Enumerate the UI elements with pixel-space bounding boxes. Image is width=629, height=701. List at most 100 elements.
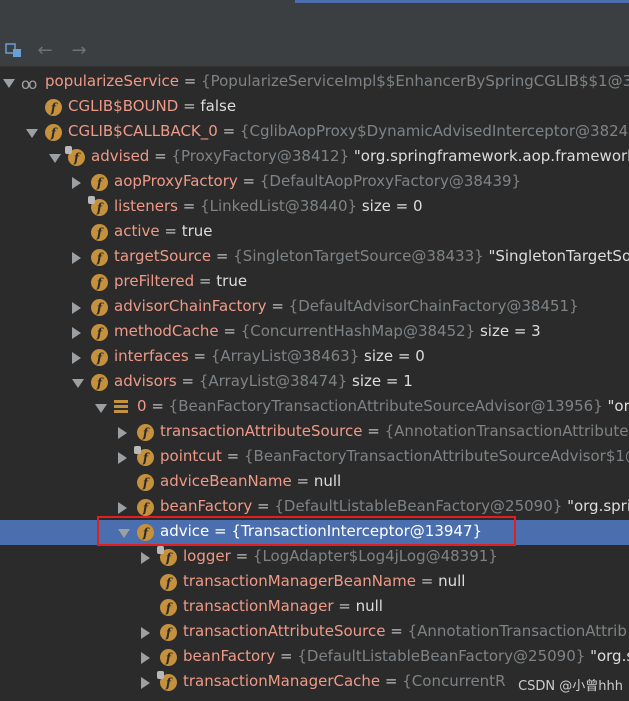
object-reference: {ProxyFactory@38412}	[171, 147, 350, 165]
expand-arrow-right-icon[interactable]	[72, 327, 81, 339]
equals-sign: =	[380, 672, 403, 690]
expand-arrow-right-icon[interactable]	[72, 302, 81, 314]
expand-arrow-right-icon[interactable]	[72, 177, 81, 189]
tree-row[interactable]: f preFiltered = true	[0, 270, 629, 295]
variable-name: advisors	[114, 372, 177, 390]
object-reference: {BeanFactoryTransactionAttributeSourceAd…	[244, 447, 629, 465]
variable-name: advisorChainFactory	[114, 297, 267, 315]
expand-arrow-down-icon[interactable]	[118, 529, 130, 538]
equals-sign: =	[159, 222, 182, 240]
object-reference: {DefaultListableBeanFactory@25090}	[297, 647, 586, 665]
tree-row[interactable]: f logger = {LogAdapter$Log4jLog@48391}	[0, 545, 629, 570]
back-arrow-icon[interactable]: ←	[34, 39, 56, 61]
equals-sign: =	[149, 147, 172, 165]
equals-sign: =	[252, 497, 275, 515]
field-icon: f	[160, 624, 177, 641]
expand-arrow-right-icon[interactable]	[118, 502, 127, 514]
debugger-toolbar	[0, 3, 629, 37]
object-reference: {SingletonTargetSource@38433}	[233, 247, 484, 265]
tree-row[interactable]: f advisorChainFactory = {DefaultAdvisorCh…	[0, 295, 629, 320]
object-reference: {ArrayList@38474}	[198, 372, 348, 390]
expand-arrow-right-icon[interactable]	[72, 352, 81, 364]
field-locked-icon: f	[157, 671, 177, 691]
variable-value: size = 1	[347, 372, 413, 390]
equals-sign: =	[176, 372, 199, 390]
equals-sign: =	[333, 597, 356, 615]
tree-row[interactable]: f CGLIB$BOUND = false	[0, 95, 629, 120]
variable-value: "org.sp	[590, 647, 629, 665]
object-reference: {DefaultAopProxyFactory@38439}	[259, 172, 522, 190]
tree-row[interactable]: f aopProxyFactory = {DefaultAopProxyFacto…	[0, 170, 629, 195]
object-reference: {AnnotationTransactionAttribute	[384, 422, 629, 440]
equals-sign: =	[221, 447, 244, 465]
expand-arrow-down-icon[interactable]	[26, 129, 38, 138]
variable-value: "SingletonTargetSo	[483, 247, 629, 265]
tree-row[interactable]: f beanFactory = {DefaultListableBeanFacto…	[0, 645, 629, 670]
variable-value: "org.sprin	[567, 497, 629, 515]
object-reference: {TransactionInterceptor@13947}	[231, 522, 483, 540]
tree-row[interactable]: f transactionManager = null	[0, 595, 629, 620]
variable-name: interfaces	[114, 347, 189, 365]
field-icon: f	[91, 299, 108, 316]
object-reference: {LinkedList@38440}	[200, 197, 358, 215]
variable-value: null	[438, 572, 466, 590]
expand-arrow-down-icon[interactable]	[49, 154, 61, 163]
variable-name: advised	[91, 147, 150, 165]
expand-arrow-right-icon[interactable]	[141, 652, 150, 664]
equals-sign: =	[211, 247, 234, 265]
object-reference: {ConcurrentR	[402, 672, 506, 690]
field-locked-icon: f	[157, 546, 177, 566]
object-reference: {LogAdapter$Log4jLog@48391}	[252, 547, 498, 565]
field-icon: f	[137, 474, 154, 491]
tree-row[interactable]: f advised = {ProxyFactory@38412} "org.spr…	[0, 145, 629, 170]
variable-name: CGLIB$CALLBACK_0	[68, 122, 218, 140]
expand-arrow-down-icon[interactable]	[3, 79, 15, 88]
tree-row[interactable]: f methodCache = {ConcurrentHashMap@38452}…	[0, 320, 629, 345]
expand-arrow-down-icon[interactable]	[72, 379, 84, 388]
tree-row[interactable]: f transactionAttributeSource = {Annotatio…	[0, 620, 629, 645]
tree-row[interactable]: f transactionAttributeSource = {Annotatio…	[0, 420, 629, 445]
variable-name: methodCache	[114, 322, 219, 340]
variable-name: transactionAttributeSource	[160, 422, 363, 440]
tree-row[interactable]: f pointcut = {BeanFactoryTransactionAttri…	[0, 445, 629, 470]
field-icon: f	[45, 99, 62, 116]
expand-arrow-down-icon[interactable]	[95, 404, 107, 413]
tree-row[interactable]: f targetSource = {SingletonTargetSource@3…	[0, 245, 629, 270]
field-icon: f	[91, 374, 108, 391]
variable-value: "org.springframework.aop.framework	[349, 147, 629, 165]
object-reference: {PopularizeServiceImpl$$EnhancerBySpring…	[201, 72, 629, 90]
watch-icon[interactable]	[3, 39, 25, 61]
forward-arrow-icon[interactable]: →	[68, 39, 90, 61]
tree-row[interactable]: 0 = {BeanFactoryTransactionAttributeSour…	[0, 395, 629, 420]
tree-row[interactable]: f advisors = {ArrayList@38474} size = 1	[0, 370, 629, 395]
object-reference: {BeanFactoryTransactionAttributeSourceAd…	[168, 397, 603, 415]
variable-name: listeners	[114, 197, 178, 215]
expand-arrow-right-icon[interactable]	[141, 677, 150, 689]
equals-sign: =	[194, 272, 217, 290]
equals-sign: =	[146, 397, 169, 415]
watermark: CSDN @小曾hhh	[518, 679, 623, 694]
tree-row[interactable]: f listeners = {LinkedList@38440} size = 0	[0, 195, 629, 220]
tree-row[interactable]: f adviceBeanName = null	[0, 470, 629, 495]
expand-arrow-right-icon[interactable]	[118, 427, 127, 439]
expand-arrow-right-icon[interactable]	[141, 627, 150, 639]
lock-icon	[65, 146, 72, 154]
tree-row[interactable]: f advice = {TransactionInterceptor@13947}	[0, 520, 629, 545]
field-icon: f	[137, 499, 154, 516]
equals-sign: =	[218, 322, 241, 340]
tree-row[interactable]: f beanFactory = {DefaultListableBeanFacto…	[0, 495, 629, 520]
variable-value: null	[355, 597, 383, 615]
expand-arrow-right-icon[interactable]	[72, 252, 81, 264]
equals-sign: =	[177, 197, 201, 215]
variable-name: popularizeService	[45, 72, 179, 90]
expand-arrow-right-icon[interactable]	[118, 452, 127, 464]
variable-value: size = 0	[359, 347, 425, 365]
tree-row[interactable]: f active = true	[0, 220, 629, 245]
tree-row[interactable]: f transactionManagerBeanName = null	[0, 570, 629, 595]
field-icon: f	[45, 124, 62, 141]
tree-row[interactable]: oo popularizeService = {PopularizeService…	[0, 70, 629, 95]
expand-arrow-right-icon[interactable]	[141, 552, 150, 564]
tree-row[interactable]: f CGLIB$CALLBACK_0 = {CglibAopProxy$Dynam…	[0, 120, 629, 145]
tree-row[interactable]: f interfaces = {ArrayList@38463} size = 0	[0, 345, 629, 370]
array-element-icon	[114, 400, 128, 414]
